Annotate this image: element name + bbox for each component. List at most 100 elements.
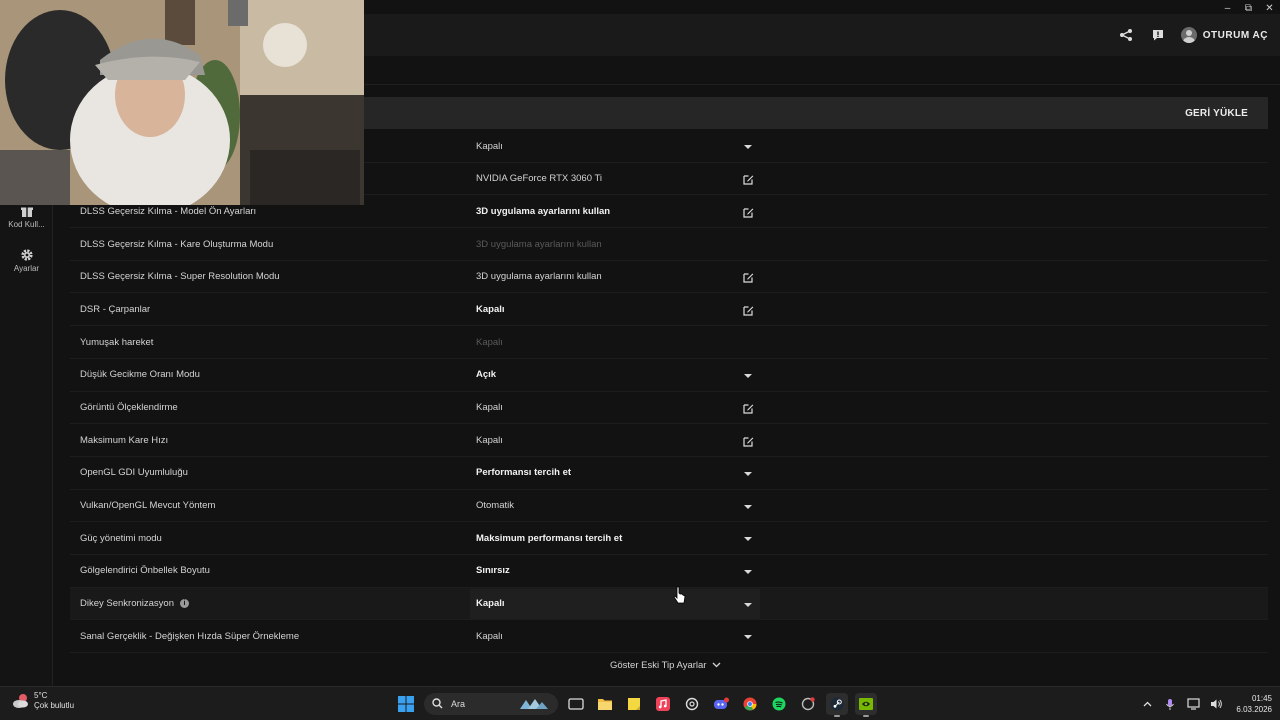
setting-value[interactable]: Kapalı: [476, 392, 503, 424]
weather-temp: 5°C: [34, 691, 48, 700]
setting-label-text: DSR - Çarpanlar: [80, 303, 151, 315]
mouse-cursor-icon: [673, 586, 687, 604]
setting-value[interactable]: Açık: [476, 359, 496, 391]
network-icon[interactable]: [1186, 697, 1200, 711]
edit-icon[interactable]: [740, 433, 756, 449]
setting-row: Yumuşak hareket Kapalı: [70, 326, 1268, 359]
dropdown-caret-icon[interactable]: [740, 531, 756, 547]
sticky-notes-icon[interactable]: [623, 693, 645, 715]
dropdown-caret-icon[interactable]: [740, 564, 756, 580]
setting-label: DLSS Geçersiz Kılma - Kare Oluşturma Mod…: [80, 228, 273, 260]
setting-value[interactable]: 3D uygulama ayarlarını kullan: [476, 195, 610, 227]
setting-label-text: DLSS Geçersiz Kılma - Model Ön Ayarları: [80, 205, 257, 217]
setting-row: Maksimum Kare Hızı Kapalı: [70, 424, 1268, 457]
setting-label: Maksimum Kare Hızı: [80, 424, 168, 456]
setting-label-text: Yumuşak hareket: [80, 336, 154, 348]
chatgpt-icon[interactable]: [681, 693, 703, 715]
setting-row: Dikey Senkronizasyon i Kapalı: [70, 587, 1268, 621]
setting-value[interactable]: Kapalı: [476, 424, 503, 456]
setting-row: OpenGL GDI Uyumluluğu Performansı tercih …: [70, 457, 1268, 490]
setting-value[interactable]: Performansı tercih et: [476, 457, 571, 489]
setting-value[interactable]: Kapalı: [476, 293, 505, 325]
setting-label-text: Görüntü Ölçeklendirme: [80, 402, 178, 413]
setting-label-text: Dikey Senkronizasyon: [80, 598, 174, 610]
setting-value[interactable]: Otomatik: [476, 490, 514, 522]
dropdown-caret-icon[interactable]: [740, 139, 756, 155]
nvidia-app-icon[interactable]: [855, 693, 877, 717]
sidebar-item-redeem-code[interactable]: Kod Kull...: [0, 204, 53, 229]
task-view-icon[interactable]: [565, 693, 587, 715]
setting-label-text: Maksimum Kare Hızı: [80, 434, 169, 446]
spotify-icon[interactable]: [768, 693, 790, 715]
weather-desc: Çok bulutlu: [34, 701, 75, 710]
setting-value[interactable]: Kapalı: [476, 620, 503, 652]
gift-icon: [20, 204, 34, 218]
setting-label-text: Düşük Gecikme Oranı Modu: [80, 369, 200, 381]
file-explorer-icon[interactable]: [594, 693, 616, 715]
discord-icon[interactable]: [710, 693, 732, 715]
setting-value[interactable]: NVIDIA GeForce RTX 3060 Ti: [476, 163, 602, 195]
setting-row: DSR - Çarpanlar Kapalı: [70, 293, 1268, 327]
edit-icon[interactable]: [740, 302, 756, 318]
setting-row: Vulkan/OpenGL Mevcut Yöntem Otomatik: [70, 490, 1268, 523]
setting-value[interactable]: Kapalı: [476, 130, 503, 162]
windows-taskbar: 5°C Çok bulutlu Ara 01:45 6.03.2026: [0, 686, 1280, 720]
show-legacy-settings-button[interactable]: Göster Eski Tip Ayarlar: [610, 658, 721, 672]
taskbar-search[interactable]: Ara: [424, 693, 558, 715]
search-icon: [432, 697, 443, 711]
sidebar-item-settings[interactable]: Ayarlar: [0, 248, 53, 273]
setting-label: DSR - Çarpanlar: [80, 293, 150, 325]
setting-row: DLSS Geçersiz Kılma - Super Resolution M…: [70, 261, 1268, 294]
edit-icon[interactable]: [740, 401, 756, 417]
setting-label: Dikey Senkronizasyon i: [80, 588, 189, 620]
setting-value[interactable]: Sınırsız: [476, 555, 510, 587]
setting-label-text: Vulkan/OpenGL Mevcut Yöntem: [80, 500, 216, 512]
dropdown-caret-icon[interactable]: [740, 597, 756, 613]
setting-label: Güç yönetimi modu: [80, 522, 162, 554]
setting-label: Gölgelendirici Önbellek Boyutu: [80, 555, 210, 587]
restore-button[interactable]: GERİ YÜKLE: [1185, 97, 1248, 129]
setting-value[interactable]: Maksimum performansı tercih et: [476, 522, 622, 554]
setting-row: DLSS Geçersiz Kılma - Kare Oluşturma Mod…: [70, 228, 1268, 261]
edit-icon[interactable]: [740, 204, 756, 220]
gpu-tool-icon[interactable]: [797, 693, 819, 715]
taskbar-clock[interactable]: 01:45 6.03.2026: [1236, 693, 1272, 715]
volume-icon[interactable]: [1209, 697, 1223, 711]
setting-label-text: Güç yönetimi modu: [80, 532, 162, 544]
setting-value[interactable]: 3D uygulama ayarlarını kullan: [476, 261, 602, 293]
share-icon[interactable]: [1117, 26, 1135, 44]
weather-widget[interactable]: 5°C Çok bulutlu: [12, 691, 74, 711]
setting-label: Görüntü Ölçeklendirme: [80, 392, 178, 424]
music-app-icon[interactable]: [652, 693, 674, 715]
dropdown-caret-icon[interactable]: [740, 499, 756, 515]
setting-label: Düşük Gecikme Oranı Modu: [80, 359, 200, 391]
dropdown-caret-icon[interactable]: [740, 466, 756, 482]
clock-date: 6.03.2026: [1236, 705, 1272, 714]
login-label: OTURUM AÇ: [1202, 29, 1268, 41]
avatar-icon: [1180, 27, 1197, 43]
sidebar-item-label: Ayarlar: [13, 264, 40, 273]
setting-value: 3D uygulama ayarlarını kullan: [476, 238, 602, 250]
setting-row: Güç yönetimi modu Maksimum performansı te…: [70, 522, 1268, 555]
setting-label-text: OpenGL GDI Uyumluluğu: [80, 467, 188, 479]
dropdown-caret-icon[interactable]: [740, 629, 756, 645]
steam-icon[interactable]: [826, 693, 848, 717]
chevron-up-icon[interactable]: [1140, 697, 1154, 711]
setting-label: Sanal Gerçeklik - Değişken Hızda Süper Ö…: [80, 620, 299, 652]
sidebar-item-label: Kod Kull...: [8, 220, 45, 229]
microphone-icon[interactable]: [1163, 697, 1177, 711]
edit-icon[interactable]: [740, 270, 756, 286]
settings-list: Kapalı NVIDIA GeForce RTX 3060 Ti DLSS Geç…: [70, 130, 1268, 653]
setting-label: OpenGL GDI Uyumluluğu: [80, 457, 188, 489]
chrome-icon[interactable]: [739, 693, 761, 715]
edit-icon[interactable]: [740, 172, 756, 188]
setting-value[interactable]: Kapalı: [476, 588, 505, 620]
login-button[interactable]: OTURUM AÇ: [1180, 27, 1268, 43]
system-tray: 01:45 6.03.2026: [1140, 691, 1272, 717]
cloudy-weather-icon: [12, 692, 30, 710]
info-icon[interactable]: i: [180, 599, 189, 609]
dropdown-caret-icon[interactable]: [740, 368, 756, 384]
start-button[interactable]: [395, 693, 417, 715]
setting-label: DLSS Geçersiz Kılma - Super Resolution M…: [80, 261, 280, 293]
feedback-icon[interactable]: [1149, 26, 1167, 44]
